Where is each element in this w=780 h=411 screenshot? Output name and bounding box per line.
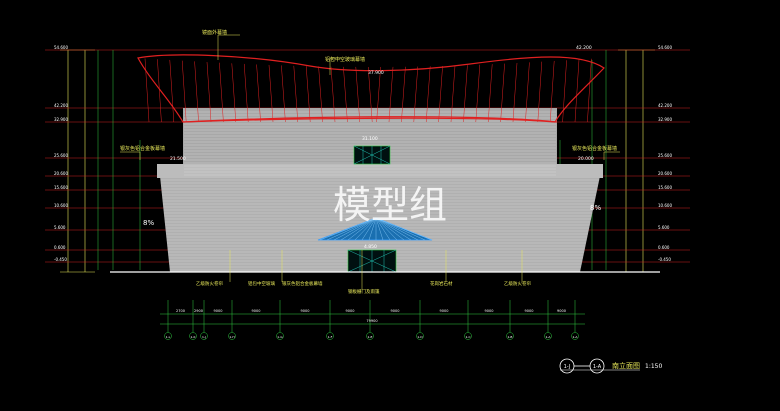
material-label: 花岗岩石材 [430,280,453,287]
axis-from: 1-J [564,364,571,370]
grid-axis-label: 1-D [417,335,423,339]
dimension-value: 9000 [346,309,355,313]
entrance-door [347,249,397,273]
material-label: 乙级防火卷帘 [196,280,223,287]
elevation-value: 54.600 [54,45,68,50]
grid-axis-label: 1-C [465,335,470,339]
material-label: 银灰色铝合金板幕墙 [282,280,323,287]
material-label: 铝包中空玻璃 [248,280,275,287]
grid-axis-label: 1-H [229,335,234,339]
elev-podium-left: 21.500 [170,156,186,162]
elevation-value: 42.200 [54,103,68,108]
elevation-value: 42.200 [658,103,672,108]
elevation-value: 10.600 [54,203,68,208]
elevation-value: 5.600 [658,225,670,230]
elevation-value: 54.600 [658,45,672,50]
dimension-value: 9000 [485,309,494,313]
elevation-value: 10.600 [658,203,672,208]
right-podium-label: 银灰色铝合金板幕墙 [572,145,617,152]
grid-axis-label: 1-L [166,335,171,339]
elevation-value: 25.600 [54,153,68,158]
elevation-value: 25.600 [658,153,672,158]
elevation-drawing: 1-L 1-K 1-J 1-H 1-G 1-F 1-E 1-D 1-C 1-B 1-A 1-A 270… [0,0,780,411]
elevation-value: 20.600 [54,171,68,176]
slope-right-label: 8% [590,204,601,212]
roof-mid-label: 铝包中空玻璃幕墙 [325,56,365,63]
drawing-title: 南立面图 [612,361,640,370]
dimension-value: 9000 [525,309,534,313]
grid-axis-label: 1-J [202,335,206,339]
dimension-value: 9000 [557,309,566,313]
material-label: 钢板栅门及雨篷 [348,288,380,295]
slope-left-label: 8% [143,219,154,227]
dimension-value: 9000 [301,309,310,313]
axis-to: 1-A [593,364,602,370]
dimension-value: 2900 [194,309,203,313]
dimension-value: 9000 [214,309,223,313]
watermark: 模型组 [333,183,447,227]
dimension-value: 2700 [176,309,185,313]
grid-axis-label: 1-G [277,335,283,339]
elevation-value: 20.600 [658,171,672,176]
roof-top-label: 镜面外幕墙 [202,29,227,36]
grid-axis-label: 1-E [368,335,373,339]
dimension-value: 9000 [391,309,400,313]
elevation-value: 32.900 [54,117,68,122]
grid-axis-label: 1-B [508,335,513,339]
elevation-value: 32.900 [658,117,672,122]
material-label: 乙级防火卷帘 [504,280,531,287]
dimension-value: 9000 [252,309,261,313]
elevation-value: -0.450 [54,257,67,262]
elevation-value: 15.600 [54,185,68,190]
dimension-value: 9000 [440,309,449,313]
drawing-scale: 1:150 [645,363,662,370]
elev-entrance: 4.850 [364,244,377,250]
left-podium-label: 银灰色铝合金板幕墙 [120,145,165,152]
elevation-value: 5.600 [54,225,66,230]
grid-axis-label: 1-F [328,335,333,339]
elevation-value: 15.600 [658,185,672,190]
elev-podium-right: 20.000 [578,156,594,162]
elevation-value: -0.450 [658,257,671,262]
upper-window [353,145,391,165]
elev-mid-roof: 37.900 [368,70,384,76]
elevation-value: 0.600 [658,245,670,250]
elev-upper-block: 31.100 [362,136,378,142]
elevation-value: 0.600 [54,245,66,250]
elev-roof-top: 42.200 [576,45,592,51]
total-dimension: 79900 [366,319,377,323]
